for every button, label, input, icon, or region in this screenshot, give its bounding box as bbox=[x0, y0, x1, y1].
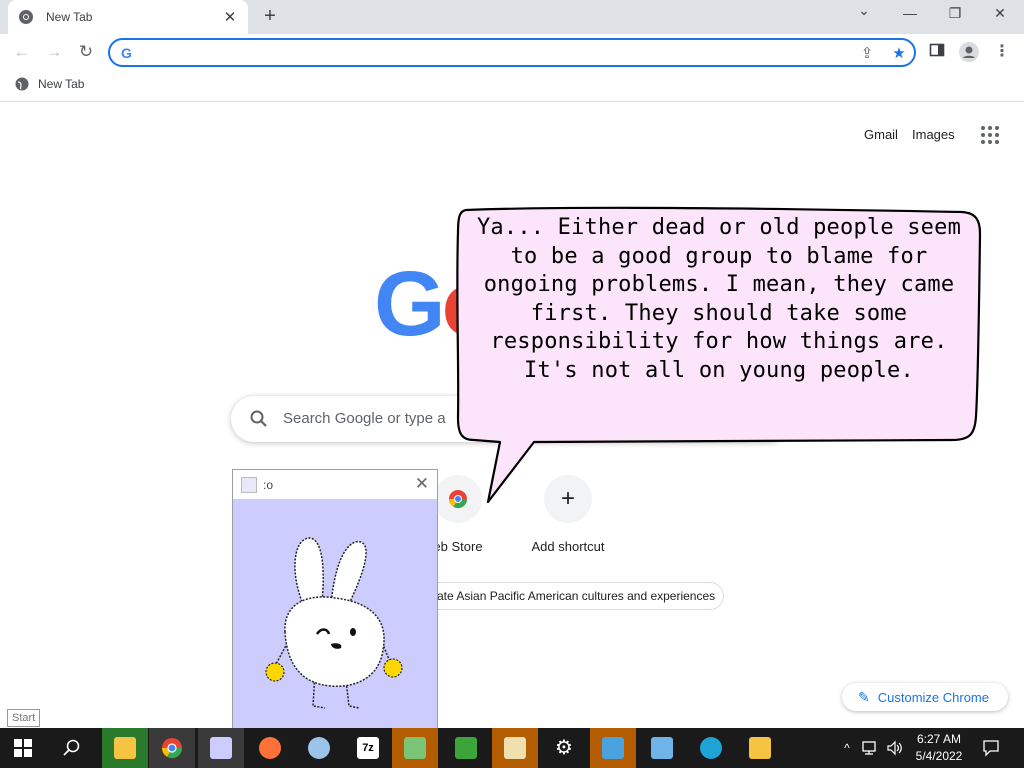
images-link[interactable]: Images bbox=[912, 127, 955, 142]
taskbar-file-explorer[interactable] bbox=[102, 728, 148, 768]
search-icon bbox=[250, 410, 267, 427]
browser-toolbar: ← → ↻ G ⇪ ★ ⋮ bbox=[0, 34, 1024, 71]
promo-chip[interactable]: ate Asian Pacific American cultures and … bbox=[412, 582, 724, 610]
taskbar-remote-desktop[interactable] bbox=[590, 728, 636, 768]
chrome-favicon-icon bbox=[19, 10, 33, 24]
bookmark-new-tab[interactable]: New Tab bbox=[15, 77, 84, 91]
clock-time: 6:27 AM bbox=[916, 732, 962, 746]
gmail-link[interactable]: Gmail bbox=[864, 127, 898, 142]
photos-icon bbox=[504, 737, 526, 759]
restore-button[interactable]: ❐ bbox=[943, 5, 967, 22]
pencil-icon: ✎ bbox=[858, 688, 870, 705]
new-tab-button[interactable]: + bbox=[258, 5, 282, 28]
taskbar-network-app[interactable] bbox=[639, 728, 685, 768]
pet-window-title: :o bbox=[263, 478, 274, 492]
taskbar-chart-app[interactable] bbox=[392, 728, 438, 768]
folder-person-icon bbox=[749, 737, 771, 759]
bookmarks-bar: New Tab bbox=[0, 71, 1024, 102]
pet-window-titlebar[interactable]: :o ✕ bbox=[233, 470, 437, 500]
close-icon[interactable]: ✕ bbox=[415, 474, 429, 494]
network-icon bbox=[651, 737, 673, 759]
reload-icon[interactable]: ↻ bbox=[75, 41, 97, 63]
search-taskbar-button[interactable] bbox=[49, 728, 95, 768]
taskbar-user-folder[interactable] bbox=[737, 728, 783, 768]
taskbar: 7z ⚙ ^ 6:27 AM 5/4/2022 bbox=[0, 728, 1024, 768]
tab-new-tab[interactable]: New Tab ✕ bbox=[8, 0, 248, 34]
speech-bubble-text: Ya... Either dead or old people seem to … bbox=[476, 215, 962, 383]
svg-text:G: G bbox=[121, 45, 132, 61]
paint-palette-icon bbox=[308, 737, 330, 759]
customize-chrome-button[interactable]: ✎ Customize Chrome bbox=[842, 683, 1008, 711]
taskbar-paint[interactable] bbox=[296, 728, 342, 768]
folder-icon bbox=[114, 737, 136, 759]
firefox-icon bbox=[259, 737, 281, 759]
taskbar-settings[interactable]: ⚙ bbox=[541, 728, 587, 768]
minimize-button[interactable]: — bbox=[898, 5, 922, 21]
edge-icon bbox=[700, 737, 722, 759]
taskbar-frog-app[interactable] bbox=[443, 728, 489, 768]
taskbar-chrome[interactable] bbox=[149, 728, 195, 768]
bookmark-label: New Tab bbox=[38, 77, 85, 91]
google-g-icon: G bbox=[121, 45, 132, 61]
7zip-icon: 7z bbox=[357, 737, 379, 759]
address-input[interactable] bbox=[142, 43, 842, 62]
taskbar-firefox[interactable] bbox=[247, 728, 293, 768]
frog-icon bbox=[455, 737, 477, 759]
customize-label: Customize Chrome bbox=[877, 689, 989, 705]
forward-arrow-icon[interactable]: → bbox=[43, 41, 65, 63]
address-bar[interactable]: G ⇪ ★ bbox=[108, 38, 916, 67]
close-window-button[interactable]: ✕ bbox=[988, 5, 1012, 22]
chart-doc-icon bbox=[404, 737, 426, 759]
bunny-app-icon bbox=[241, 477, 257, 493]
tab-strip: New Tab ✕ + ⌄ — ❐ ✕ bbox=[0, 0, 1024, 34]
network-tray-icon[interactable] bbox=[862, 728, 880, 768]
bookmark-star-icon[interactable]: ★ bbox=[890, 45, 908, 63]
chrome-icon bbox=[161, 738, 183, 759]
tab-title: New Tab bbox=[46, 10, 93, 24]
tab-search-chevron-icon[interactable]: ⌄ bbox=[852, 2, 876, 19]
taskbar-7zip[interactable]: 7z bbox=[345, 728, 391, 768]
back-arrow-icon[interactable]: ← bbox=[11, 41, 33, 63]
tab-close-icon[interactable]: ✕ bbox=[222, 8, 238, 26]
menu-kebab-icon[interactable]: ⋮ bbox=[992, 42, 1012, 62]
notification-icon[interactable] bbox=[982, 728, 1000, 768]
tray-overflow-chevron-icon[interactable]: ^ bbox=[838, 728, 856, 768]
search-placeholder: Search Google or type a bbox=[283, 410, 446, 427]
google-apps-icon[interactable] bbox=[981, 126, 999, 144]
gear-icon: ⚙ bbox=[555, 737, 573, 759]
pet-window[interactable]: :o ✕ bbox=[232, 469, 438, 729]
globe-icon bbox=[15, 77, 29, 91]
start-tooltip: Start bbox=[7, 709, 41, 727]
search-icon bbox=[63, 739, 80, 756]
bunny-character bbox=[265, 537, 403, 709]
taskbar-edge[interactable] bbox=[688, 728, 734, 768]
shortcut-label: Add shortcut bbox=[531, 539, 605, 554]
start-button[interactable] bbox=[0, 728, 46, 768]
volume-tray-icon[interactable] bbox=[886, 728, 904, 768]
clock-date: 5/4/2022 bbox=[915, 749, 963, 763]
side-panel-icon[interactable] bbox=[927, 42, 947, 62]
profile-avatar-icon[interactable] bbox=[959, 42, 979, 62]
windows-logo-icon bbox=[14, 739, 32, 757]
remote-desktop-icon bbox=[602, 737, 624, 759]
taskbar-clock[interactable]: 6:27 AM 5/4/2022 bbox=[908, 731, 970, 765]
share-icon[interactable]: ⇪ bbox=[858, 45, 876, 63]
taskbar-photos[interactable] bbox=[492, 728, 538, 768]
taskbar-bunny-pet[interactable] bbox=[198, 728, 244, 768]
bunny-app-icon bbox=[210, 737, 232, 759]
